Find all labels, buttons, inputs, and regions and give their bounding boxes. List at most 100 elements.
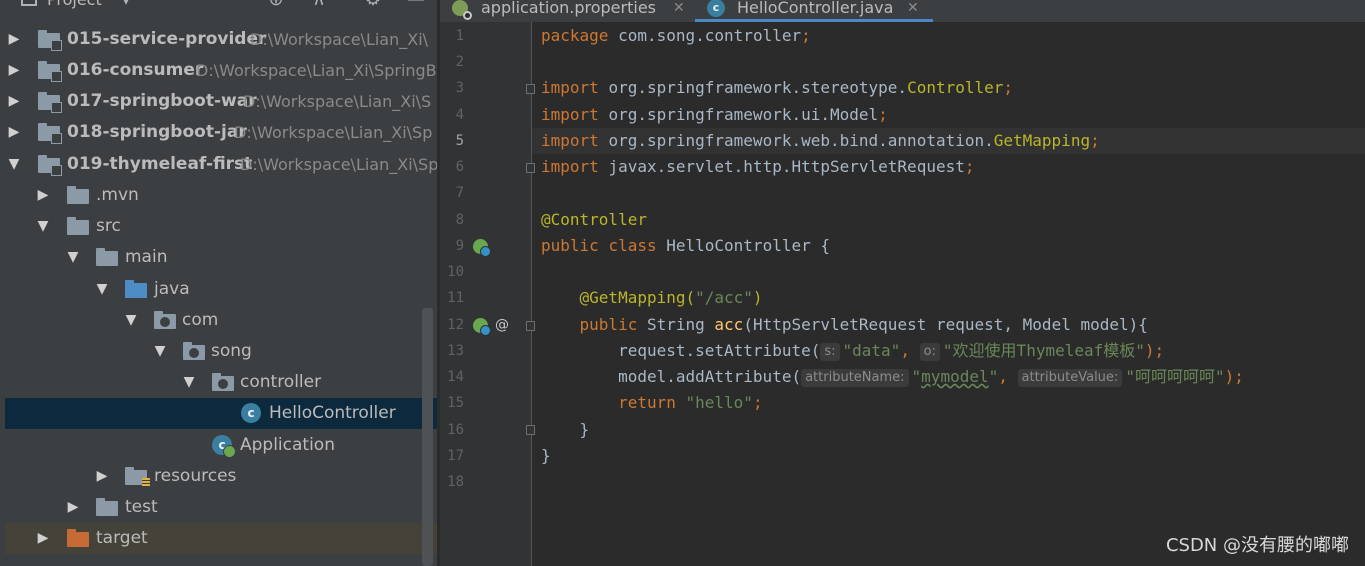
tree-item-folder[interactable]: ▼ java — [0, 274, 437, 305]
method-name: acc — [714, 315, 744, 334]
line-number: 11 — [447, 290, 464, 306]
fold-marker-icon[interactable] — [526, 321, 535, 331]
tree-item-folder-excluded[interactable]: ▶ target — [5, 523, 437, 554]
line-number: 1 — [455, 28, 464, 44]
java-class-icon: c — [707, 0, 725, 17]
code-line-3[interactable]: import org.springframework.stereotype.Co… — [541, 75, 1013, 101]
code-line-9[interactable]: public class HelloController { — [541, 233, 830, 259]
line-number: 8 — [455, 212, 464, 228]
chevron-down-icon[interactable]: ▼ — [6, 149, 22, 180]
tree-item-class[interactable]: c Application — [0, 430, 437, 461]
punctuation: ; — [1090, 131, 1100, 150]
tab-hello-controller[interactable]: c HelloController.java ✕ — [695, 0, 933, 22]
tree-item-module[interactable]: ▼ 019-thymeleaf-first D:\Workspace\Lian_… — [0, 149, 437, 180]
module-folder-icon — [38, 155, 62, 176]
chevron-down-icon[interactable]: ▼ — [65, 242, 81, 273]
chevron-right-icon[interactable]: ▶ — [35, 180, 51, 211]
chevron-right-icon[interactable]: ▶ — [65, 492, 81, 523]
project-view-title[interactable]: Project — [47, 0, 102, 13]
identifier: org.springframework.ui.Model — [608, 105, 879, 124]
tree-item-package[interactable]: ▼ com — [0, 305, 437, 336]
tree-item-folder[interactable]: ▼ src — [0, 211, 437, 242]
code-line-11[interactable]: @GetMapping("/acc") — [541, 285, 763, 311]
chevron-down-icon[interactable]: ▼ — [152, 336, 168, 367]
tree-item-package[interactable]: ▼ controller — [0, 367, 437, 398]
module-path: D:\Workspace\Lian_Xi\Sp — [234, 123, 433, 142]
line-number: 5 — [455, 133, 464, 149]
chevron-down-icon[interactable]: ▾ — [116, 0, 136, 13]
project-view-icon[interactable] — [18, 0, 40, 13]
tree-item-module[interactable]: ▶ 018-springboot-jar D:\Workspace\Lian_X… — [0, 117, 437, 148]
tree-item-module[interactable]: ▶ 017-springboot-war D:\Workspace\Lian_X… — [0, 86, 437, 117]
chevron-down-icon[interactable]: ▼ — [35, 211, 51, 242]
chevron-right-icon[interactable]: ▶ — [6, 86, 22, 117]
code-line-8[interactable]: @Controller — [541, 207, 647, 233]
source-folder-icon — [125, 280, 147, 298]
punctuation: ; — [878, 105, 888, 124]
folder-icon — [67, 217, 89, 235]
locate-target-icon[interactable]: ⊕ — [266, 0, 286, 13]
keyword: return — [618, 393, 686, 412]
fold-marker-icon[interactable] — [526, 425, 535, 435]
collapse-all-icon[interactable]: ⊼ — [309, 0, 329, 13]
tab-application-properties[interactable]: application.properties ✕ — [440, 0, 695, 22]
chevron-right-icon[interactable]: ▶ — [35, 523, 51, 554]
chevron-right-icon[interactable]: ▶ — [94, 461, 110, 492]
chevron-right-icon[interactable]: ▶ — [6, 55, 22, 86]
string-literal: "呵呵呵呵呵" — [1125, 367, 1225, 386]
code-line-15[interactable]: return "hello"; — [541, 390, 763, 416]
chevron-right-icon[interactable]: ▶ — [6, 24, 22, 55]
request-mapping-icon[interactable]: @ — [495, 317, 509, 333]
code-line-17[interactable]: } — [541, 443, 551, 469]
gear-icon[interactable]: ⚙ — [363, 0, 383, 13]
class-declaration: HelloController { — [666, 236, 830, 255]
project-panel-scrollbar[interactable] — [422, 308, 433, 566]
identifier: javax.servlet.http.HttpServletRequest — [608, 157, 965, 176]
code-line-13[interactable]: request.setAttribute(s: "data", o: "欢迎使用Th… — [541, 338, 1164, 364]
folder-name: src — [96, 216, 121, 236]
parameter-hint: s: — [820, 343, 840, 361]
tree-item-class-selected[interactable]: c HelloController — [5, 398, 437, 429]
tree-item-folder[interactable]: ▶ .mvn — [0, 180, 437, 211]
string-literal-typo: mymodel — [921, 367, 989, 386]
tab-label: HelloController.java — [737, 0, 894, 17]
close-icon[interactable]: ✕ — [907, 0, 919, 18]
chevron-down-icon[interactable]: ▼ — [123, 305, 139, 336]
code-line-12[interactable]: public String acc(HttpServletRequest req… — [541, 312, 1148, 338]
fold-marker-icon[interactable] — [526, 84, 535, 94]
package-icon — [154, 311, 176, 329]
tree-item-module[interactable]: ▶ 016-consumer D:\Workspace\Lian_Xi\Spri… — [0, 55, 437, 86]
spring-bean-icon[interactable] — [473, 239, 491, 257]
code-line-6[interactable]: import javax.servlet.http.HttpServletReq… — [541, 154, 975, 180]
code-line-5[interactable]: import org.springframework.web.bind.anno… — [541, 128, 1100, 154]
chevron-down-icon[interactable]: ▼ — [94, 274, 110, 305]
code-line-16[interactable]: } — [541, 417, 590, 443]
tree-item-package[interactable]: ▼ song — [0, 336, 437, 367]
java-class-icon: c — [241, 403, 261, 423]
spring-bean-icon[interactable] — [473, 318, 491, 336]
tree-item-folder[interactable]: ▼ main — [0, 242, 437, 273]
tree-item-folder[interactable]: ▶ resources — [0, 461, 437, 492]
string-literal: "欢迎使用Thymeleaf模板" — [942, 341, 1145, 360]
fold-marker-icon[interactable] — [526, 163, 535, 173]
keyword: import — [541, 78, 599, 97]
chevron-down-icon[interactable]: ▼ — [181, 367, 197, 398]
hide-panel-icon[interactable]: — — [406, 0, 426, 13]
line-number: 14 — [447, 369, 464, 385]
line-number: 15 — [447, 395, 464, 411]
code-line-4[interactable]: import org.springframework.ui.Model; — [541, 102, 888, 128]
editor-tab-bar: application.properties ✕ c HelloControll… — [440, 0, 1365, 22]
code-line-14[interactable]: model.addAttribute(attributeName: "mymode… — [541, 364, 1244, 390]
method-call: request.setAttribute( — [618, 341, 821, 360]
spring-boot-app-icon: c — [212, 435, 236, 458]
chevron-right-icon[interactable]: ▶ — [6, 117, 22, 148]
code-line-1[interactable]: package com.song.controller; — [541, 23, 811, 49]
tree-item-module[interactable]: ▶ 015-service-provider D:\Workspace\Lian… — [0, 24, 437, 55]
annotation-type: Controller — [907, 78, 1004, 97]
close-icon[interactable]: ✕ — [673, 0, 685, 18]
module-path: D:\Workspace\Lian_Xi\SpringB — [196, 61, 437, 80]
module-path: D:\Workspace\Lian_Xi\Sp — [240, 155, 437, 174]
line-number: 7 — [455, 185, 464, 201]
line-number: 18 — [447, 474, 464, 490]
tree-item-folder[interactable]: ▶ test — [0, 492, 437, 523]
